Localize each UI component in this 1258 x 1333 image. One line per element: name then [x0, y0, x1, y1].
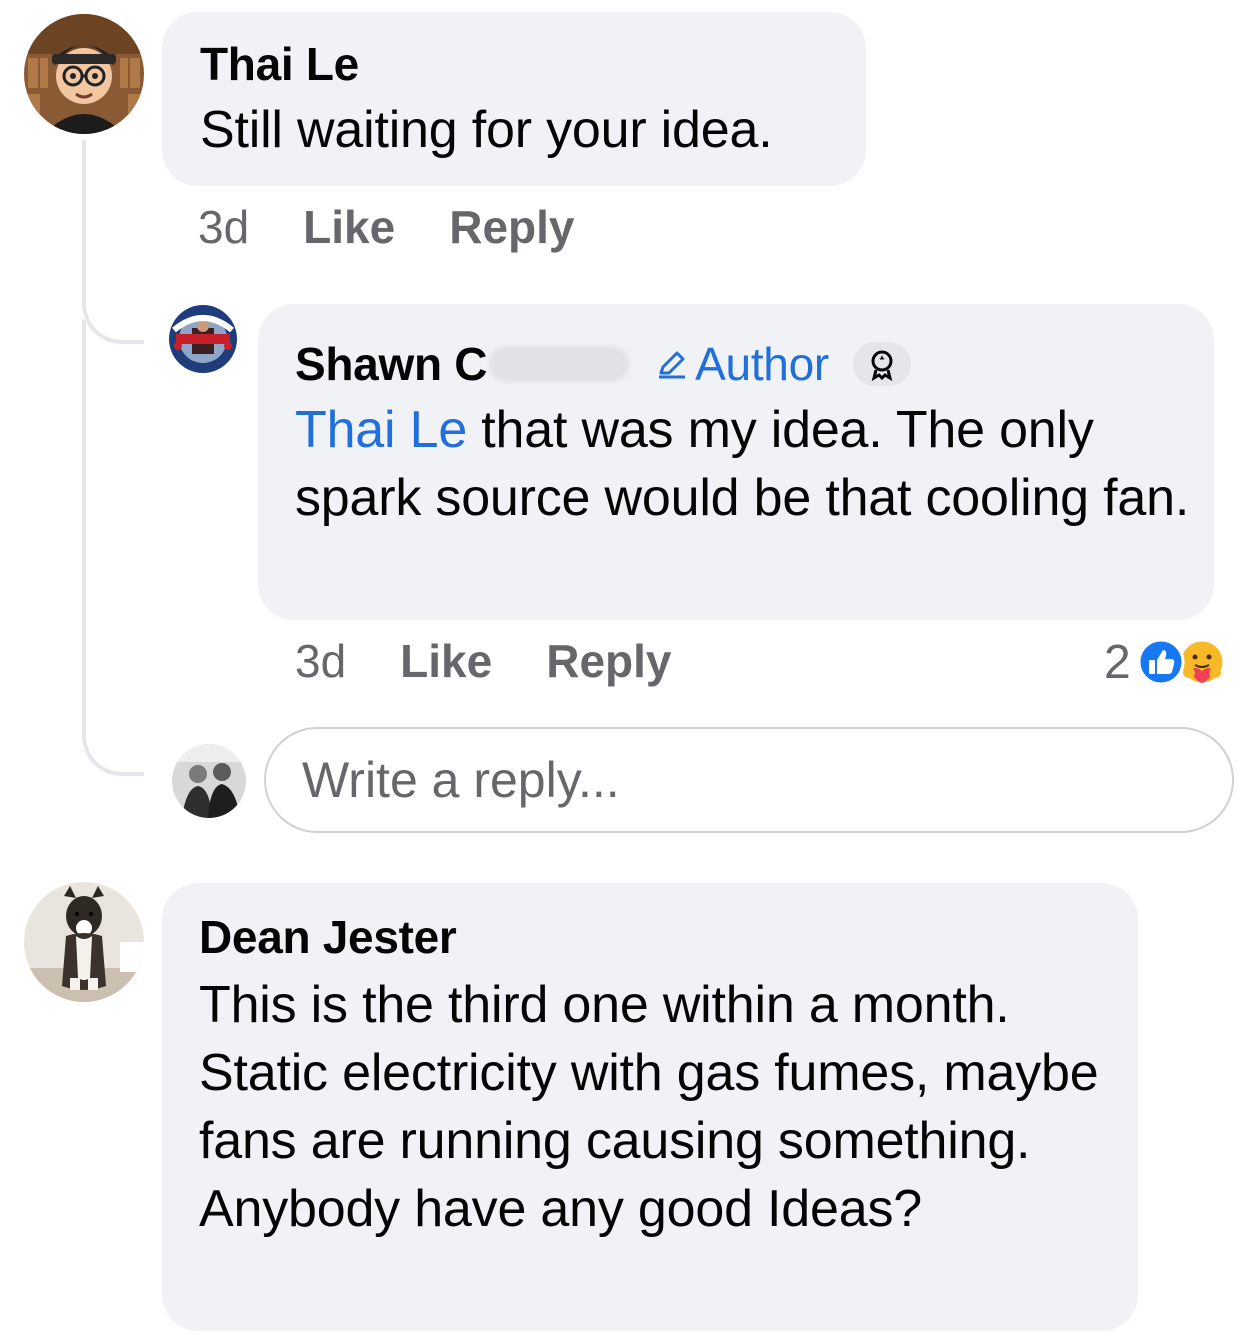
reply-button[interactable]: Reply [449, 200, 574, 254]
reply-text: Thai Le that was my idea. The only spark… [295, 396, 1195, 532]
comment-text: This is the third one within a month. St… [199, 976, 1099, 1238]
top-fan-badge-icon[interactable] [852, 342, 911, 386]
comment-bubble: Thai Le Still waiting for your idea. [162, 12, 866, 186]
reply-button[interactable]: Reply [546, 634, 671, 688]
comment-author[interactable]: Shawn C [295, 336, 487, 392]
reaction-summary[interactable]: 2 [1104, 632, 1227, 692]
mention-link[interactable]: Thai Le [295, 401, 467, 459]
thread-line [82, 140, 144, 344]
pencil-icon [659, 351, 686, 379]
comment-timestamp[interactable]: 3d [198, 200, 249, 254]
reply-timestamp[interactable]: 3d [295, 634, 346, 688]
reply-author-line: Shawn C Author [295, 336, 1214, 392]
like-button[interactable]: Like [400, 634, 492, 688]
comment-author[interactable]: Dean Jester [199, 909, 1138, 965]
avatar[interactable] [166, 302, 240, 376]
reply-input[interactable]: Write a reply... [264, 727, 1234, 833]
like-icon [1137, 638, 1185, 686]
redacted-surname [489, 346, 630, 382]
comment-text: Still waiting for your idea. [200, 101, 773, 159]
avatar[interactable] [24, 882, 144, 1002]
comment-actions: 3d Like Reply [198, 200, 574, 254]
thread-line [82, 320, 144, 776]
reaction-count: 2 [1104, 635, 1131, 689]
comment-bubble: Dean Jester This is the third one within… [162, 883, 1138, 1331]
avatar[interactable] [24, 14, 144, 134]
reply-actions: 3d Like Reply [295, 634, 671, 688]
author-badge-label: Author [695, 338, 829, 390]
reply-placeholder: Write a reply... [302, 752, 620, 808]
reply-bubble: Shawn C Author Thai Le that was my idea.… [258, 304, 1214, 620]
comment-author[interactable]: Thai Le [200, 36, 866, 92]
author-badge: Author [655, 336, 829, 392]
like-button[interactable]: Like [303, 200, 395, 254]
avatar[interactable] [172, 744, 246, 818]
